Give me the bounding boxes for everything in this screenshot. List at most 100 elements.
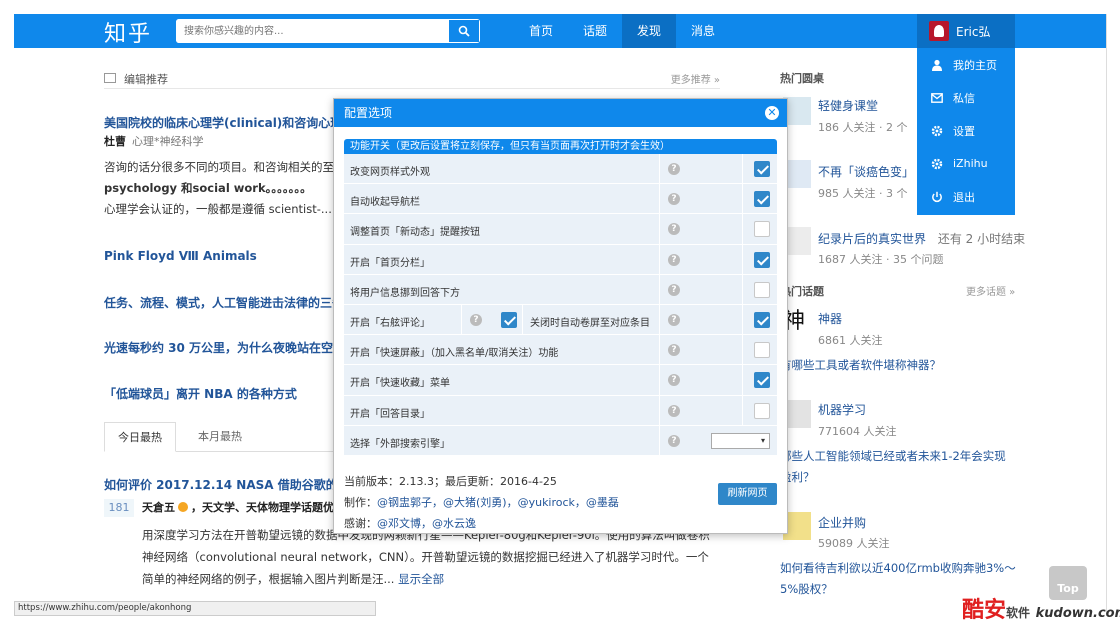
question-link[interactable]: 如何评价 2017.12.14 NASA 借助谷歌的机器学习 bbox=[104, 476, 336, 493]
show-all-link[interactable]: 显示全部 bbox=[398, 572, 444, 586]
option-row: 开启「快速屏蔽」（加入黑名单/取消关注）功能 ? bbox=[344, 335, 777, 366]
option-checkbox[interactable] bbox=[754, 281, 770, 298]
help-icon[interactable]: ? bbox=[668, 374, 680, 387]
table-header: 功能开关（更改后设置将立刻保存，但只有当页面再次打开时才会生效） bbox=[344, 139, 777, 154]
option-checkbox[interactable] bbox=[754, 161, 770, 177]
watermark-url: kudown.com bbox=[1035, 606, 1120, 621]
option-checkbox[interactable] bbox=[754, 402, 770, 419]
roundtable-title[interactable]: 轻健身课堂 bbox=[818, 97, 878, 114]
help-icon[interactable]: ? bbox=[668, 223, 680, 236]
help-icon[interactable]: ? bbox=[470, 313, 482, 326]
divider bbox=[742, 154, 743, 184]
question-link[interactable]: 「低端球员」离开 NBA 的各种方式 bbox=[104, 385, 336, 402]
power-icon bbox=[932, 191, 942, 202]
option-checkbox[interactable] bbox=[754, 221, 770, 238]
topic-question-link[interactable]: 如何看待吉利欲以近400亿rmb收购奔驰3%～ bbox=[780, 560, 1016, 576]
answer-text[interactable]: 神经网络（convolutional neural network，CNN）。开… bbox=[142, 549, 709, 565]
question-link[interactable]: Pink Floyd Ⅷ Animals bbox=[104, 249, 336, 263]
divider bbox=[742, 274, 743, 304]
thanks-links[interactable]: @邓文博，@水云逸 bbox=[377, 517, 476, 530]
zhihu-logo[interactable]: 知乎 bbox=[104, 16, 152, 48]
author-name[interactable]: 杜曹 bbox=[104, 135, 126, 148]
help-icon[interactable]: ? bbox=[668, 253, 680, 266]
option-label: 开启「快速收藏」菜单 bbox=[350, 378, 450, 390]
dialog-title: 配置选项 bbox=[344, 106, 393, 120]
author-name[interactable]: 天倉五 bbox=[142, 501, 175, 514]
browser-status-bar: https://www.zhihu.com/people/akonhong bbox=[14, 601, 376, 616]
envelope-icon bbox=[931, 92, 943, 103]
search-box bbox=[176, 19, 480, 43]
feature-switch-table: 功能开关（更改后设置将立刻保存，但只有当页面再次打开时才会生效） 改变网页样式外… bbox=[344, 139, 777, 456]
help-icon[interactable]: ? bbox=[668, 163, 680, 175]
menu-item-logout[interactable]: 退出 bbox=[917, 180, 1015, 213]
topic-title[interactable]: 机器学习 bbox=[818, 401, 866, 418]
user-menu-button[interactable]: Eric弘 bbox=[917, 14, 1015, 48]
option-row: 选择「外部搜索引擎」 ? ▾ bbox=[344, 425, 777, 456]
help-icon[interactable]: ? bbox=[668, 344, 680, 357]
topic-question-link[interactable]: 有哪些工具或者软件堪称神器？ bbox=[780, 357, 941, 373]
answer-text[interactable]: 简单的神经网络的例子，根据输入图片判断是汪... 显示全部 bbox=[142, 571, 444, 587]
help-icon[interactable]: ? bbox=[668, 313, 680, 326]
help-icon[interactable]: ? bbox=[668, 283, 680, 296]
divider bbox=[742, 335, 743, 365]
option-checkbox[interactable] bbox=[754, 342, 770, 359]
search-button[interactable] bbox=[448, 19, 480, 43]
search-input[interactable] bbox=[176, 19, 446, 43]
top-navigation-bar: 知乎 首页 话题 发现 消息 Eric弘 bbox=[14, 14, 1106, 48]
version-info: 当前版本：2.13.3；最后更新：2016-4-25 bbox=[344, 475, 557, 488]
option-checkbox[interactable] bbox=[501, 311, 517, 328]
answer-text-line: 简单的神经网络的例子，根据输入图片判断是汪... bbox=[142, 572, 395, 586]
option-checkbox[interactable] bbox=[754, 191, 770, 208]
answer-excerpt[interactable]: 咨询的话分很多不同的项目。和咨询相关的至 bbox=[104, 159, 344, 175]
menu-item-settings[interactable]: 设置 bbox=[917, 114, 1015, 147]
divider bbox=[659, 395, 660, 425]
option-row: 开启「快速收藏」菜单 ? bbox=[344, 365, 777, 396]
more-topics-link[interactable]: 更多话题 » bbox=[966, 283, 1015, 298]
option-label: 开启「首页分栏」 bbox=[350, 257, 430, 269]
help-icon[interactable]: ? bbox=[668, 434, 680, 447]
nav-explore[interactable]: 发现 bbox=[622, 14, 676, 48]
refresh-page-button[interactable]: 刷新网页 bbox=[718, 483, 777, 505]
question-link[interactable]: 美国院校的临床心理学(clinical)和咨询心理学 bbox=[104, 114, 336, 131]
divider bbox=[461, 304, 462, 335]
topic-title[interactable]: 企业并购 bbox=[818, 514, 866, 531]
makers-links[interactable]: @钢盅郭子，@大猪(刘勇)，@yukirock，@墨磊 bbox=[377, 496, 619, 509]
vote-count[interactable]: 181 bbox=[104, 499, 134, 517]
topic-question-link[interactable]: 哪些人工智能领域已经或者未来1-2年会实现 bbox=[780, 448, 1006, 464]
divider bbox=[742, 365, 743, 395]
divider bbox=[659, 154, 660, 184]
option-sub-checkbox[interactable] bbox=[754, 311, 770, 328]
roundtable-ending-note: 还有 2 小时结束 bbox=[937, 232, 1026, 246]
topic-followers: 771604 人关注 bbox=[818, 425, 897, 438]
roundtable-title[interactable]: 不再「谈癌色变」 bbox=[818, 163, 914, 180]
nav-topics[interactable]: 话题 bbox=[568, 14, 622, 48]
option-checkbox[interactable] bbox=[754, 251, 770, 268]
menu-item-messages[interactable]: 私信 bbox=[917, 81, 1015, 114]
tab-month-hot[interactable]: 本月最热 bbox=[190, 422, 250, 452]
watermark-brand: 酷安 bbox=[962, 598, 1007, 623]
answer-excerpt[interactable]: 心理学会认证的，一般都是遵循 scientist-... bbox=[104, 201, 344, 217]
divider bbox=[659, 365, 660, 395]
topic-title[interactable]: 神器 bbox=[818, 310, 842, 327]
nav-home[interactable]: 首页 bbox=[514, 14, 568, 48]
nav-messages[interactable]: 消息 bbox=[676, 14, 730, 48]
answer-excerpt[interactable]: psychology 和social work。。。。。。。 bbox=[104, 180, 344, 196]
option-row: 改变网页样式外观 ? bbox=[344, 154, 777, 185]
topic-question-link-cont[interactable]: 5%股权？ bbox=[780, 581, 833, 597]
question-link[interactable]: 光速每秒约 30 万公里，为什么夜晚站在空旷 bbox=[104, 339, 336, 356]
question-link[interactable]: 任务、流程、模式，人工智能进击法律的三条 bbox=[104, 294, 336, 311]
roundtable-title[interactable]: 纪录片后的真实世界 还有 2 小时结束 bbox=[818, 230, 1025, 247]
makers-label: 制作： bbox=[344, 496, 377, 509]
menu-item-home[interactable]: 我的主页 bbox=[917, 48, 1015, 81]
more-picks-link[interactable]: 更多推荐 » bbox=[671, 71, 720, 86]
search-engine-select[interactable]: ▾ bbox=[711, 432, 770, 449]
user-dropdown-menu: 我的主页 私信 设置 iZhihu 退出 bbox=[917, 48, 1015, 215]
help-icon[interactable]: ? bbox=[668, 404, 680, 417]
help-icon[interactable]: ? bbox=[668, 193, 680, 206]
close-icon[interactable]: ✕ bbox=[765, 106, 779, 120]
menu-item-label: 我的主页 bbox=[953, 58, 997, 72]
option-checkbox[interactable] bbox=[754, 372, 770, 389]
menu-item-izhihu[interactable]: iZhihu bbox=[917, 147, 1015, 180]
tab-today-hot[interactable]: 今日最热 bbox=[104, 422, 176, 452]
roundtable-heading: 热门圆桌 bbox=[780, 72, 824, 85]
